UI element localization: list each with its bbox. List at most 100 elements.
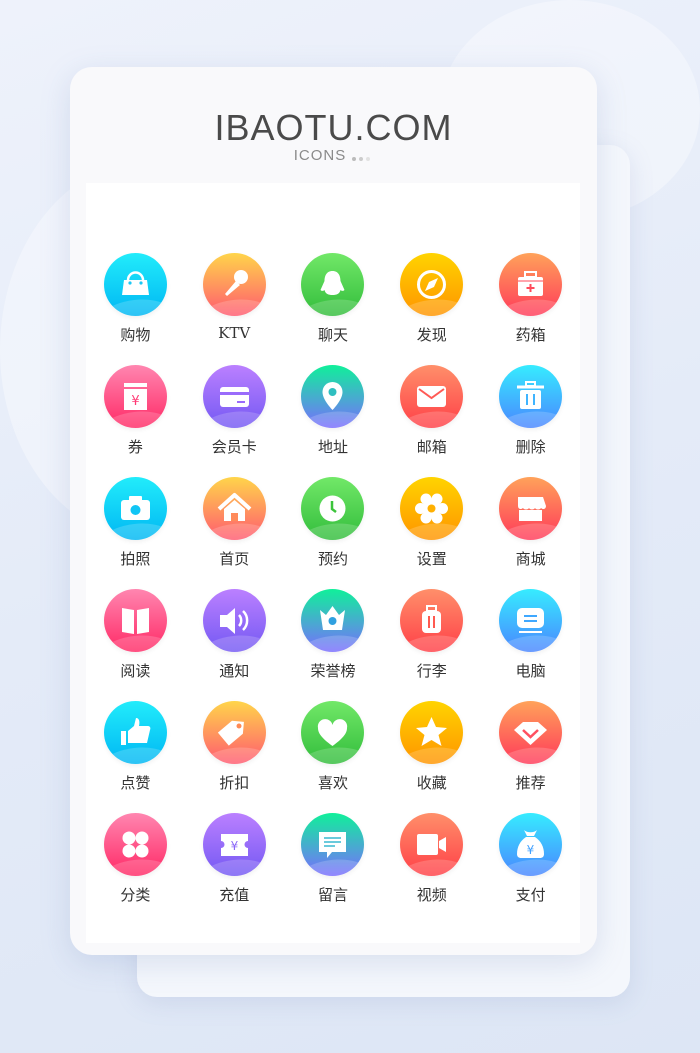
money-bag-icon: ¥	[499, 813, 563, 876]
luggage-icon	[400, 589, 464, 652]
icon-label: 支付	[515, 886, 546, 904]
icon-item-trash[interactable]: 删除	[481, 365, 580, 477]
icon-item-luggage[interactable]: 行李	[382, 589, 481, 701]
dots-icon	[352, 148, 373, 165]
icon-panel: 购物 KTV 聊天 发现 药箱 ¥ 券会员卡 地址 邮箱 删除 拍照 首页 预约 设置 商城 阅读 通知 荣誉榜行…	[86, 183, 580, 943]
icon-label: 行李	[416, 662, 447, 680]
icon-item-video[interactable]: 视频	[382, 813, 481, 925]
icon-label: 发现	[416, 326, 447, 344]
icon-label: 通知	[219, 662, 250, 680]
icon-item-money-bag[interactable]: ¥ 支付	[481, 813, 580, 925]
icon-item-coupon[interactable]: ¥ 券	[86, 365, 185, 477]
thumbs-up-icon	[103, 701, 167, 764]
svg-text:¥: ¥	[230, 839, 238, 853]
store-icon	[499, 477, 563, 540]
crown-icon	[301, 589, 365, 652]
icon-item-gear[interactable]: 设置	[382, 477, 481, 589]
tag-icon	[202, 701, 266, 764]
svg-text:¥: ¥	[131, 394, 139, 409]
medicine-box-icon	[499, 253, 563, 316]
icon-item-message[interactable]: 留言	[284, 813, 383, 925]
mail-icon	[400, 365, 464, 428]
icon-item-home[interactable]: 首页	[185, 477, 284, 589]
icon-label: 收藏	[416, 774, 447, 792]
icon-card: IBAOTU.COM ICONS 购物 KTV 聊天 发现 药箱 ¥ 券会员卡 地址 邮箱 删除拍…	[70, 67, 597, 955]
icon-item-microphone[interactable]: KTV	[185, 253, 284, 365]
icon-item-heart[interactable]: 喜欢	[284, 701, 383, 813]
clover-icon	[103, 813, 167, 876]
icon-label: 分类	[120, 886, 151, 904]
icon-label: 删除	[515, 438, 546, 456]
star-icon	[400, 701, 464, 764]
icon-label: 充值	[219, 886, 250, 904]
speaker-icon	[202, 589, 266, 652]
video-icon	[400, 813, 464, 876]
penguin-icon	[301, 253, 365, 316]
page-subtitle: ICONS	[70, 147, 597, 165]
icon-label: 邮箱	[416, 438, 447, 456]
icon-item-crown[interactable]: 荣誉榜	[284, 589, 383, 701]
icon-label: 视频	[416, 886, 447, 904]
compass-icon	[400, 253, 464, 316]
message-icon	[301, 813, 365, 876]
icon-item-camera[interactable]: 拍照	[86, 477, 185, 589]
icon-item-medicine-box[interactable]: 药箱	[481, 253, 580, 365]
icon-label: KTV	[218, 324, 251, 342]
icon-label: 喜欢	[317, 774, 348, 792]
icon-label: 首页	[219, 550, 250, 568]
icon-label: 推荐	[515, 774, 546, 792]
home-icon	[202, 477, 266, 540]
icon-item-penguin[interactable]: 聊天	[284, 253, 383, 365]
icon-label: 荣誉榜	[310, 662, 356, 680]
icon-item-star[interactable]: 收藏	[382, 701, 481, 813]
icon-label: 阅读	[120, 662, 151, 680]
icon-label: 商城	[515, 550, 546, 568]
icon-label: 设置	[416, 550, 447, 568]
icon-item-mail[interactable]: 邮箱	[382, 365, 481, 477]
icon-label: 点赞	[120, 774, 151, 792]
icon-item-clover[interactable]: 分类	[86, 813, 185, 925]
icon-label: 留言	[317, 886, 348, 904]
svg-text:¥: ¥	[527, 843, 535, 857]
icon-item-thumbs-up[interactable]: 点赞	[86, 701, 185, 813]
icon-item-tag[interactable]: 折扣	[185, 701, 284, 813]
icon-label: 购物	[120, 326, 151, 344]
icon-label: 折扣	[219, 774, 250, 792]
trash-icon	[499, 365, 563, 428]
icon-item-compass[interactable]: 发现	[382, 253, 481, 365]
icon-label: 预约	[317, 550, 348, 568]
shopping-bag-icon	[103, 253, 167, 316]
page-title: IBAOTU.COM	[214, 107, 453, 148]
icon-label: 券	[127, 438, 143, 456]
icon-item-location-pin[interactable]: 地址	[284, 365, 383, 477]
card-icon	[202, 365, 266, 428]
microphone-icon	[202, 253, 266, 316]
icon-label: 聊天	[317, 326, 348, 344]
icon-item-speaker[interactable]: 通知	[185, 589, 284, 701]
icon-item-clock[interactable]: 预约	[284, 477, 383, 589]
icon-item-card[interactable]: 会员卡	[185, 365, 284, 477]
icon-label: 地址	[317, 438, 348, 456]
icon-label: 会员卡	[211, 438, 257, 456]
icon-item-book[interactable]: 阅读	[86, 589, 185, 701]
camera-icon	[103, 477, 167, 540]
icon-item-store[interactable]: 商城	[481, 477, 580, 589]
monitor-icon	[499, 589, 563, 652]
recharge-ticket-icon: ¥	[202, 813, 266, 876]
icon-item-diamond[interactable]: 推荐	[481, 701, 580, 813]
icon-item-monitor[interactable]: 电脑	[481, 589, 580, 701]
subtitle-text: ICONS	[293, 147, 347, 164]
icon-grid: 购物 KTV 聊天 发现 药箱 ¥ 券会员卡 地址 邮箱 删除 拍照 首页 预约 设置 商城 阅读 通知 荣誉榜行…	[86, 253, 580, 925]
diamond-icon	[499, 701, 563, 764]
icon-item-recharge-ticket[interactable]: ¥ 充值	[185, 813, 284, 925]
heart-icon	[301, 701, 365, 764]
icon-label: 药箱	[515, 326, 546, 344]
icon-label: 电脑	[515, 662, 546, 680]
gear-icon	[400, 477, 464, 540]
location-pin-icon	[301, 365, 365, 428]
clock-icon	[301, 477, 365, 540]
icon-item-shopping-bag[interactable]: 购物	[86, 253, 185, 365]
coupon-icon: ¥	[103, 365, 167, 428]
icon-label: 拍照	[120, 550, 151, 568]
book-icon	[103, 589, 167, 652]
